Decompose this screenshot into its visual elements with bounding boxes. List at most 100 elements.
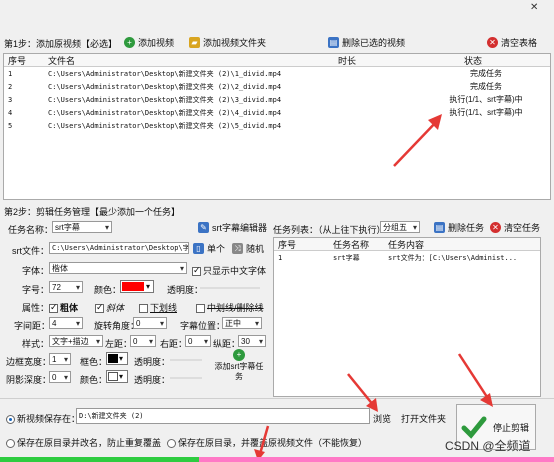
table-row[interactable]: 5 C:\Users\Administrator\Desktop\新建文件夹 (2… — [4, 119, 550, 132]
col-index: 序号 — [8, 55, 27, 66]
task-table[interactable]: 序号 任务名称 任务内容 1 srt字幕 srt文件为：[C:\Users\Admi… — [273, 237, 541, 397]
position-select[interactable]: 正中 — [222, 317, 262, 329]
italic-checkbox[interactable]: 斜体 — [95, 301, 124, 314]
position-label: 字幕位置： — [180, 321, 226, 331]
plus-circle-icon: + — [124, 37, 135, 48]
srt-editor-button[interactable]: ✎ srt字幕编辑器 — [198, 221, 267, 234]
srt-file-input[interactable]: C:\Users\Administrator\Desktop\字幕 — [49, 242, 189, 254]
annotation-arrow-2 — [347, 373, 378, 412]
add-srt-task-button[interactable]: + 添加srt字幕任务 — [212, 349, 266, 382]
table-row[interactable]: 2 C:\Users\Administrator\Desktop\新建文件夹 (2… — [4, 80, 550, 93]
shadow-opacity-slider[interactable] — [170, 377, 202, 379]
single-button[interactable]: ▯ 单个 — [193, 242, 225, 255]
row-filename: C:\Users\Administrator\Desktop\新建文件夹 (2)… — [48, 108, 282, 117]
opacity-slider[interactable] — [200, 287, 260, 289]
font-label: 字体： — [22, 266, 50, 276]
new-save-radio[interactable]: 新视频保存在： — [6, 412, 80, 425]
delete-selected-button[interactable]: ▤ 删除已选的视频 — [328, 36, 405, 49]
open-folder-button[interactable]: 打开文件夹 — [401, 412, 446, 425]
random-button[interactable]: ⤨ 随机 — [232, 242, 264, 255]
save-path-input[interactable]: D:\新建文件夹 (2) — [76, 408, 370, 424]
border-color-swatch — [108, 354, 118, 363]
delete-task-label: 删除任务 — [448, 223, 485, 233]
edit-icon: ✎ — [198, 222, 209, 233]
delete-task-button[interactable]: ▤ 删除任务 — [434, 221, 484, 234]
row-index: 4 — [8, 108, 13, 117]
clear-x-icon: ✕ — [487, 37, 498, 48]
task-col-content: 任务内容 — [388, 239, 425, 250]
size-value: 72 — [52, 282, 61, 292]
table-row[interactable]: 1 C:\Users\Administrator\Desktop\新建文件夹 (2… — [4, 67, 550, 80]
rotate-select[interactable]: 0 — [133, 317, 167, 329]
group-value: 分组五 — [383, 222, 407, 232]
clear-tasks-button[interactable]: ✕ 清空任务 — [490, 221, 540, 234]
border-select[interactable]: 1 — [49, 353, 71, 365]
delete-file-icon: ▤ — [328, 37, 339, 48]
vert-margin-select[interactable]: 30 — [238, 335, 266, 347]
color-picker[interactable]: ▾ — [120, 280, 154, 293]
style-select[interactable]: 文字+描边 — [49, 335, 103, 347]
video-table[interactable]: 序号 文件名 时长 状态 1 C:\Users\Administrator\Des… — [3, 53, 551, 200]
border-opacity-label: 透明度： — [134, 357, 171, 367]
clear-table-button[interactable]: ✕ 清空表格 — [487, 36, 537, 49]
only-chinese-checkbox[interactable]: 只显示中文字体 — [192, 264, 266, 277]
bold-checkbox[interactable]: 粗体 — [49, 301, 78, 314]
spacing-label: 字间距： — [14, 321, 51, 331]
size-select[interactable]: 72 — [49, 281, 83, 293]
underline-checkbox[interactable]: 下划线 — [139, 301, 177, 314]
save-original-radio[interactable]: 保存在原目录并改名，防止重复覆盖 — [6, 436, 161, 449]
row-filename: C:\Users\Administrator\Desktop\新建文件夹 (2)… — [48, 69, 282, 78]
row-index: 1 — [8, 69, 13, 78]
clear-x-icon: ✕ — [490, 222, 501, 233]
shadow-label: 阴影深度： — [6, 375, 52, 385]
strike-checkbox[interactable]: 中划线/删除线 — [196, 301, 264, 314]
shadow-select[interactable]: 0 — [49, 371, 71, 383]
border-color-picker[interactable]: ▾ — [106, 352, 128, 365]
right-label: 右距： — [160, 339, 188, 349]
row-filename: C:\Users\Administrator\Desktop\新建文件夹 (2)… — [48, 82, 282, 91]
add-video-button[interactable]: + 添加视频 — [124, 36, 174, 49]
task-col-index: 序号 — [278, 239, 297, 250]
shadow-value: 0 — [52, 372, 57, 382]
clear-table-label: 清空表格 — [501, 38, 538, 48]
shadow-color-swatch — [108, 372, 118, 381]
border-opacity-slider[interactable] — [170, 359, 202, 361]
annotation-arrow-1 — [393, 114, 442, 167]
task-name-select[interactable]: srt字幕 — [52, 221, 112, 233]
size-label: 字号： — [22, 285, 50, 295]
col-filename: 文件名 — [48, 55, 76, 66]
watermark: CSDN @全频道 — [445, 439, 531, 453]
only-chinese-check-icon — [192, 265, 201, 277]
strike-label: 中划线/删除线 — [207, 303, 264, 313]
left-margin-select[interactable]: 0 — [130, 335, 156, 347]
row-status: 完成任务 — [470, 82, 502, 91]
close-window-button[interactable]: ✕ — [530, 2, 538, 13]
border-value: 1 — [52, 354, 57, 364]
video-table-header: 序号 文件名 时长 状态 — [4, 54, 550, 67]
group-select[interactable]: 分组五 — [380, 221, 420, 233]
srt-file-value: C:\Users\Administrator\Desktop\字幕 — [52, 244, 189, 252]
new-save-label: 新视频保存在： — [17, 414, 81, 424]
table-row[interactable]: 3 C:\Users\Administrator\Desktop\新建文件夹 (2… — [4, 93, 550, 106]
table-row[interactable]: 4 C:\Users\Administrator\Desktop\新建文件夹 (2… — [4, 106, 550, 119]
row-index: 2 — [8, 82, 13, 91]
single-label: 单个 — [207, 244, 226, 254]
spacing-select[interactable]: 4 — [49, 317, 83, 329]
opacity-label: 透明度： — [167, 285, 204, 295]
italic-label: 斜体 — [106, 303, 125, 313]
shadow-color-picker[interactable]: ▾ — [106, 370, 128, 383]
row-index: 3 — [8, 95, 13, 104]
task-name-label: 任务名称： — [8, 225, 54, 235]
underline-label: 下划线 — [150, 303, 178, 313]
row-status: 执行(1/1、srt字幕)中 — [449, 95, 523, 104]
file-icon: ▯ — [193, 243, 204, 254]
right-margin-select[interactable]: 0 — [185, 335, 211, 347]
row-filename: C:\Users\Administrator\Desktop\新建文件夹 (2)… — [48, 121, 282, 130]
row-filename: C:\Users\Administrator\Desktop\新建文件夹 (2)… — [48, 95, 282, 104]
color-swatch — [122, 282, 144, 291]
add-folder-button[interactable]: ▰ 添加视频文件夹 — [189, 36, 266, 49]
font-select[interactable]: 楷体 — [49, 262, 187, 274]
folder-icon: ▰ — [189, 37, 200, 48]
col-duration: 时长 — [338, 55, 357, 66]
task-row[interactable]: 1 srt字幕 srt文件为：[C:\Users\Administ... — [274, 251, 540, 264]
